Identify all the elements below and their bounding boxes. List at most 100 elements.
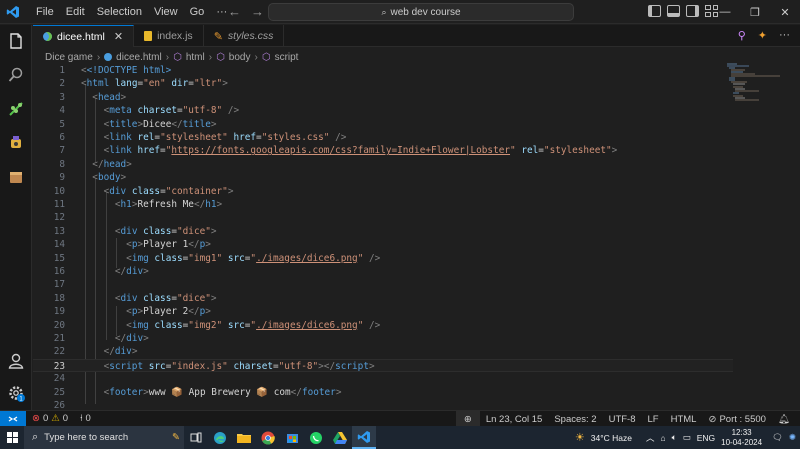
problems-indicator[interactable]: ⊗ 0 ⚠ 0 — [26, 413, 74, 424]
close-tab-icon[interactable]: ✕ — [114, 30, 123, 43]
element-icon: ⬡ — [216, 51, 225, 63]
code-editor[interactable]: 1 <<!DOCTYPE html> 2 <html lang="en" dir="… — [33, 64, 800, 411]
toggle-panel-icon[interactable] — [667, 5, 680, 17]
code-line: 2 <html lang="en" dir="ltr"> — [59, 78, 228, 90]
status-bar: ⊗ 0 ⚠ 0 ⍿ 0 ⊕ Ln 23, Col 15 Spaces: 2 UT… — [0, 410, 800, 427]
clock[interactable]: 12:33 10-04-2024 — [721, 428, 762, 448]
command-center-label: web dev course — [390, 6, 461, 18]
menu-selection[interactable]: Selection — [91, 6, 148, 18]
minimize-icon[interactable]: — — [710, 0, 740, 24]
menu-go[interactable]: Go — [184, 6, 211, 18]
breadcrumb-folder[interactable]: Dice game — [45, 52, 93, 63]
whatsapp-icon[interactable] — [304, 426, 328, 449]
vscode-taskbar-icon[interactable] — [352, 426, 376, 449]
menu-view[interactable]: View — [148, 6, 184, 18]
back-arrow-icon[interactable]: ← — [228, 4, 241, 19]
js-icon — [144, 31, 153, 41]
taskbar-search-input[interactable]: ⌕ Type here to search ✎ — [24, 426, 184, 449]
notification-center-icon[interactable]: 🗨︎ — [772, 432, 783, 443]
code-line: 21 </div> — [53, 333, 149, 344]
breadcrumb-body[interactable]: body — [229, 52, 251, 63]
live-server-icon[interactable]: ✦ — [758, 29, 767, 42]
code-line: 20 <img class="img2" src="./images/dice6… — [53, 319, 381, 331]
tab-styles-css[interactable]: ✎ styles.css — [204, 25, 285, 47]
system-tray: ☀ 34°C Haze ︿ ⌂ 🔈︎ ▭ ENG 12:33 10-04-202… — [575, 426, 800, 449]
run-icon[interactable]: ⚲ — [738, 29, 746, 42]
tab-dicee-html[interactable]: dicee.html ✕ — [33, 25, 135, 47]
toggle-secondary-sidebar-icon[interactable] — [686, 5, 699, 17]
task-view-icon[interactable] — [184, 426, 208, 449]
network-icon[interactable]: ⌂ — [660, 433, 665, 443]
command-center[interactable]: ⌕ web dev course — [268, 3, 574, 21]
breadcrumb-html[interactable]: html — [186, 52, 205, 63]
code-line: 17 — [53, 279, 65, 291]
warning-icon: ⚠ — [51, 413, 60, 424]
code-line: 24 — [53, 373, 65, 385]
accounts-icon[interactable] — [6, 351, 26, 371]
tab-index-js[interactable]: index.js — [134, 25, 204, 47]
toggle-primary-sidebar-icon[interactable] — [648, 5, 661, 17]
status-bar-right: ⊕ Ln 23, Col 15 Spaces: 2 UTF-8 LF HTML … — [455, 411, 796, 427]
chevron-up-icon[interactable]: ︿ — [646, 432, 655, 444]
html-icon — [104, 53, 113, 61]
copilot-icon[interactable]: ✺ — [789, 432, 796, 443]
ports-indicator[interactable]: ⍿ 0 — [74, 413, 97, 424]
google-drive-icon[interactable] — [328, 426, 352, 449]
end-of-line[interactable]: LF — [642, 414, 665, 425]
code-line: 10 <div class="container"> — [53, 185, 234, 197]
restore-icon[interactable]: ❐ — [740, 0, 770, 24]
close-window-icon[interactable]: ✕ — [770, 0, 800, 24]
weather-text[interactable]: 34°C Haze — [591, 433, 632, 443]
menu-file[interactable]: File — [30, 6, 60, 18]
chevron-right-icon: › — [208, 51, 213, 63]
volume-icon[interactable]: 🔈︎ — [672, 432, 677, 443]
no-entry-icon: ⊘ — [708, 413, 717, 425]
vscode-logo-icon — [2, 0, 24, 24]
clock-time: 12:33 — [731, 427, 752, 437]
layout-controls — [648, 5, 718, 17]
breadcrumb-file[interactable]: dicee.html — [116, 52, 162, 63]
more-actions-icon[interactable]: ··· — [779, 29, 790, 42]
language-mode[interactable]: HTML — [665, 414, 703, 425]
minimap[interactable] — [725, 62, 785, 102]
notifications-bell-icon[interactable]: 🔔︎ — [772, 414, 796, 425]
indentation[interactable]: Spaces: 2 — [548, 414, 602, 425]
code-line-current: 23 <script src="index.js" charset="utf-8… — [33, 358, 733, 373]
code-line: 4 <meta charset="utf-8" /> — [59, 105, 240, 117]
input-language[interactable]: ENG — [697, 433, 715, 443]
weather-sun-icon: ☀ — [574, 432, 585, 444]
code-line: 13 <div class="dice"> — [53, 225, 217, 237]
zoom-icon[interactable]: ⊕ — [455, 411, 480, 427]
css-icon: ✎ — [213, 30, 223, 43]
tab-label: dicee.html — [57, 30, 105, 43]
file-explorer-icon[interactable] — [232, 426, 256, 449]
search-icon[interactable] — [6, 65, 26, 85]
tab-label: index.js — [157, 30, 193, 42]
html-icon — [43, 32, 52, 41]
explorer-icon[interactable] — [6, 31, 26, 51]
tab-actions: ⚲ ✦ ··· — [738, 29, 790, 42]
error-icon: ⊗ — [32, 413, 40, 424]
code-line: 11 <h1>Refresh Me</h1> — [53, 199, 223, 210]
edge-icon[interactable] — [208, 426, 232, 449]
encoding[interactable]: UTF-8 — [603, 414, 642, 425]
settings-gear-icon[interactable]: 1 — [6, 383, 26, 403]
battery-icon[interactable]: ▭ — [683, 432, 691, 443]
remote-indicator-icon[interactable] — [0, 410, 26, 427]
code-line: 12 — [53, 212, 65, 224]
windows-taskbar: ⌕ Type here to search ✎ ☀ 34°C Haze ︿ ⌂ … — [0, 426, 800, 449]
breadcrumb-script[interactable]: script — [275, 52, 299, 63]
port-label: Port : 5500 — [719, 413, 766, 425]
code-line: 19 <p>Player 2</p> — [53, 306, 211, 318]
windows-start-icon[interactable] — [0, 432, 24, 443]
extensions-icon[interactable] — [6, 167, 26, 187]
run-debug-icon[interactable] — [6, 133, 26, 153]
menu-edit[interactable]: Edit — [60, 6, 91, 18]
live-server-port[interactable]: ⊘ Port : 5500 — [702, 414, 771, 425]
source-control-icon[interactable] — [6, 99, 26, 119]
code-line: 6 <link rel="stylesheet" href="styles.cs… — [59, 132, 347, 143]
store-icon[interactable] — [280, 426, 304, 449]
cursor-position[interactable]: Ln 23, Col 15 — [480, 414, 549, 425]
forward-arrow-icon[interactable]: → — [251, 4, 264, 19]
chrome-icon[interactable] — [256, 426, 280, 449]
